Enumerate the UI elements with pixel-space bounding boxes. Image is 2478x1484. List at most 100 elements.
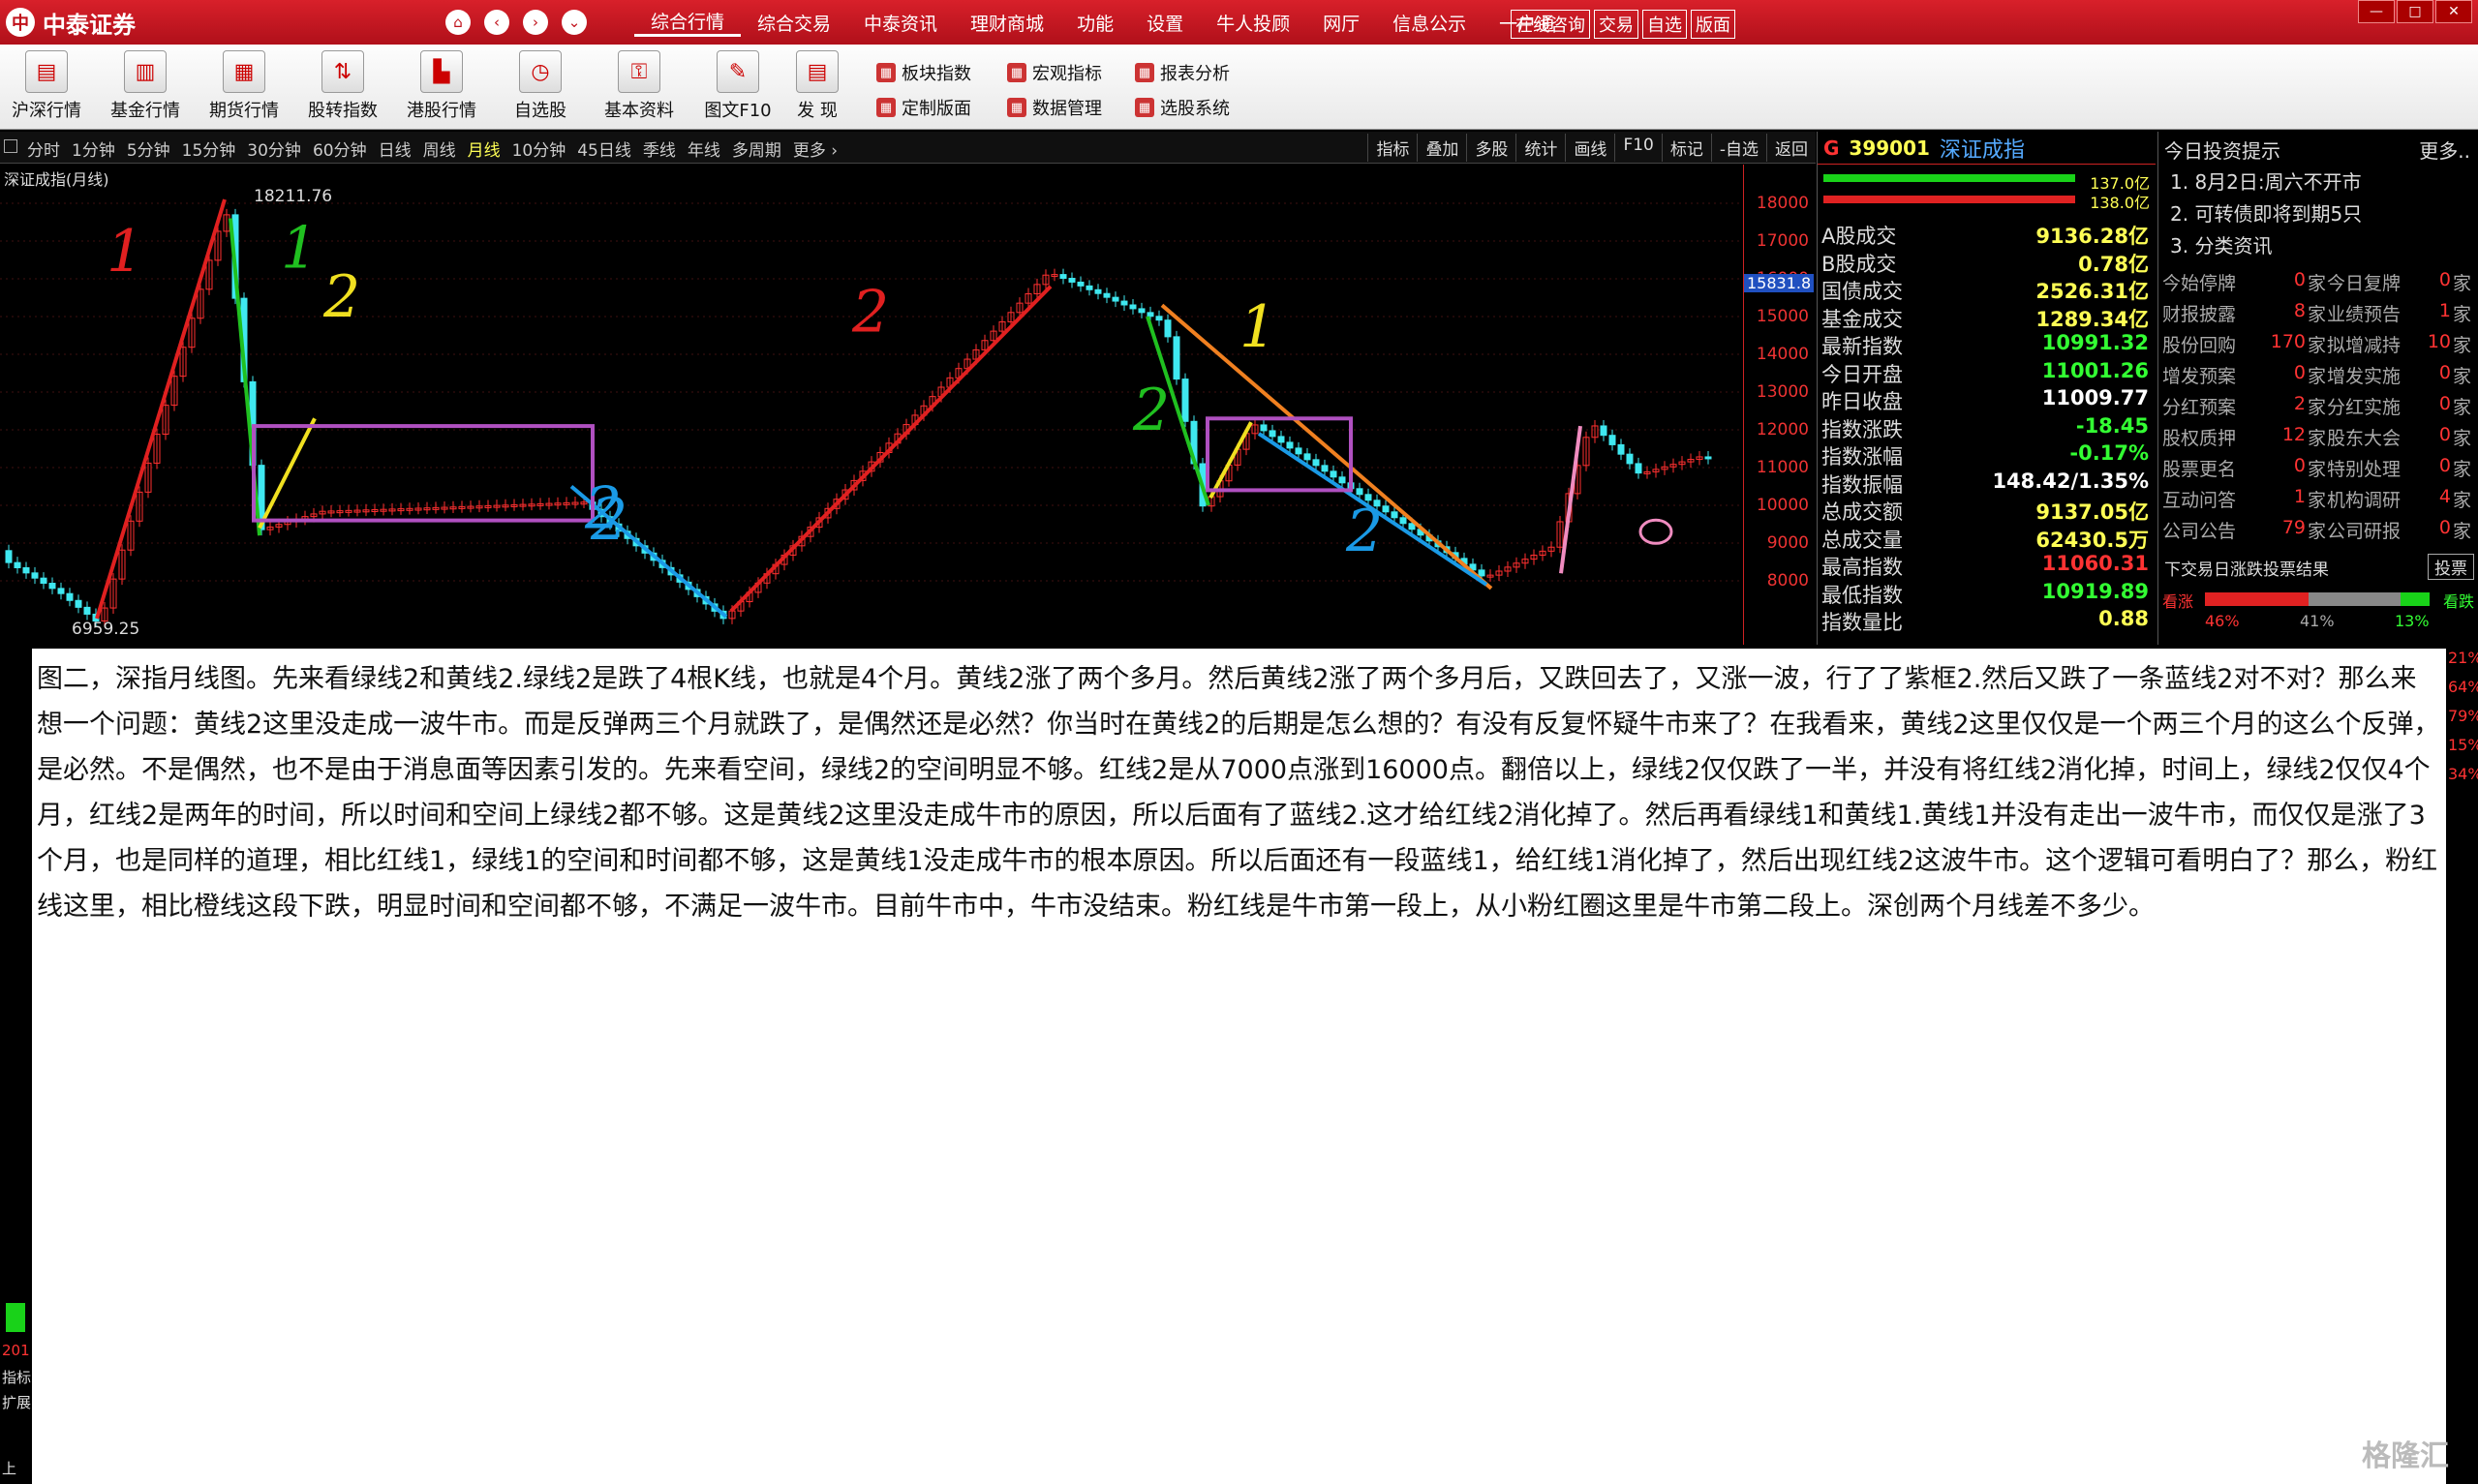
menu-item-3[interactable]: 理财商城 — [954, 10, 1060, 36]
chart-tool-8[interactable]: 返回 — [1766, 134, 1816, 162]
candle-body — [1330, 470, 1337, 478]
menu-item-0[interactable]: 综合行情 — [634, 8, 742, 37]
period-tab-8[interactable]: 月线 — [462, 136, 506, 161]
period-tab-14[interactable]: 更多 › — [787, 136, 843, 161]
toolbar-small-1-0[interactable]: ▦ 宏观指标 — [1007, 60, 1102, 85]
chart-tool-1[interactable]: 叠加 — [1417, 134, 1466, 162]
period-tab-2[interactable]: 5分钟 — [121, 136, 176, 161]
period-tab-0[interactable]: 分时 — [21, 136, 66, 161]
quote-row-value: 11060.31 — [2041, 552, 2149, 575]
quote-row-label: 指数涨跌 — [1821, 417, 1903, 441]
stat-label[interactable]: 今始停牌 — [2162, 269, 2236, 295]
quote-row-6: 昨日收盘 11009.77 — [1818, 386, 2155, 413]
vote-mid-pct: 41% — [2300, 612, 2335, 630]
toolbar-button-8[interactable]: ▤ 发 现 — [771, 50, 864, 122]
maximize-icon[interactable]: □ — [2397, 0, 2433, 23]
forward-icon[interactable]: › — [523, 10, 548, 35]
chart-tool-4[interactable]: 画线 — [1565, 134, 1614, 162]
period-tab-1[interactable]: 1分钟 — [66, 136, 121, 161]
watermark: 格隆汇 — [2362, 1439, 2449, 1473]
left-strip-up[interactable]: 上 — [2, 1458, 16, 1478]
toolbar-button-2[interactable]: ▦ 期货行情 — [198, 50, 291, 122]
menu-item-4[interactable]: 功能 — [1060, 10, 1130, 36]
quick-button-1[interactable]: 交易 — [1594, 10, 1638, 39]
toolbar-small-0-1[interactable]: ▦ 定制版面 — [876, 95, 971, 120]
stat-label[interactable]: 今日复牌 — [2327, 269, 2401, 295]
toolbar-small-0-0[interactable]: ▦ 板块指数 — [876, 60, 971, 85]
candle-body — [1312, 459, 1320, 467]
quote-row-8: 指数涨幅 -0.17% — [1818, 441, 2155, 469]
vote-button[interactable]: 投票 — [2428, 554, 2474, 580]
quick-button-0[interactable]: 在线咨询 — [1511, 10, 1590, 39]
period-tab-3[interactable]: 15分钟 — [176, 136, 242, 161]
chart-tool-5[interactable]: F10 — [1614, 134, 1661, 162]
stat-label[interactable]: 业绩预告 — [2327, 300, 2401, 326]
stat-label[interactable]: 特别处理 — [2327, 455, 2401, 481]
stat-label[interactable]: 分红实施 — [2327, 393, 2401, 419]
chart-tool-0[interactable]: 指标 — [1367, 134, 1417, 162]
kline-chart[interactable]: 18211.766959.251 12222122 — [0, 165, 1743, 645]
period-tab-9[interactable]: 10分钟 — [506, 136, 572, 161]
quick-button-2[interactable]: 自选 — [1642, 10, 1687, 39]
news-item-2[interactable]: 3. 分类资讯 — [2170, 230, 2272, 258]
toolbar-small-1-1[interactable]: ▦ 数据管理 — [1007, 95, 1102, 120]
chart-tool-7[interactable]: -自选 — [1710, 134, 1766, 162]
period-tab-12[interactable]: 年线 — [682, 136, 726, 161]
news-item-1[interactable]: 2. 可转债即将到期5只 — [2170, 198, 2362, 227]
period-tab-5[interactable]: 60分钟 — [307, 136, 373, 161]
period-tab-11[interactable]: 季线 — [637, 136, 682, 161]
vote-bear-pct: 13% — [2395, 612, 2430, 630]
left-strip-expand[interactable]: 扩展 — [2, 1392, 31, 1412]
toolbar-small-2-0[interactable]: ▦ 报表分析 — [1135, 60, 1230, 85]
period-tab-7[interactable]: 周线 — [417, 136, 462, 161]
dropdown-icon[interactable]: ⌄ — [562, 10, 587, 35]
news-item-0[interactable]: 1. 8月2日:周六不开市 — [2170, 167, 2362, 195]
stat-label[interactable]: 分红预案 — [2162, 393, 2236, 419]
toolbar-button-4[interactable]: ▙ 港股行情 — [395, 50, 488, 122]
menu-item-5[interactable]: 设置 — [1130, 10, 1200, 36]
back-icon[interactable]: ‹ — [484, 10, 509, 35]
toolbar-button-6[interactable]: ⚿ 基本资料 — [593, 50, 686, 122]
stat-label[interactable]: 股份回购 — [2162, 331, 2236, 357]
chart-tool-6[interactable]: 标记 — [1661, 134, 1711, 162]
panel-toggle-icon[interactable] — [4, 139, 17, 153]
toolbar-button-0[interactable]: ▤ 沪深行情 — [0, 50, 93, 122]
quote-row-2: 国债成交 2526.31亿 — [1818, 276, 2155, 303]
stat-label[interactable]: 公司研报 — [2327, 517, 2401, 543]
stat-label[interactable]: 拟增减持 — [2327, 331, 2401, 357]
stat-label[interactable]: 股票更名 — [2162, 455, 2236, 481]
period-tab-10[interactable]: 45日线 — [571, 136, 637, 161]
menu-item-8[interactable]: 信息公示 — [1376, 10, 1483, 36]
stat-label[interactable]: 股东大会 — [2327, 424, 2401, 450]
stat-label[interactable]: 互动问答 — [2162, 486, 2236, 512]
close-icon[interactable]: ✕ — [2435, 0, 2472, 23]
quick-button-3[interactable]: 版面 — [1691, 10, 1735, 39]
period-tab-4[interactable]: 30分钟 — [241, 136, 307, 161]
left-strip-indicator[interactable]: 指标 — [2, 1367, 31, 1387]
vote-title: 下交易日涨跌投票结果 — [2164, 560, 2329, 580]
home-icon[interactable]: ⌂ — [445, 10, 471, 35]
menu-item-1[interactable]: 综合交易 — [741, 10, 847, 36]
toolbar-button-3[interactable]: ⇅ 股转指数 — [296, 50, 389, 122]
news-more-link[interactable]: 更多.. — [2419, 136, 2470, 164]
edge-value-3: 15% — [2448, 736, 2478, 754]
stat-label[interactable]: 股权质押 — [2162, 424, 2236, 450]
chart-tool-2[interactable]: 多股 — [1466, 134, 1515, 162]
stat-label[interactable]: 机构调研 — [2327, 486, 2401, 512]
chart-tool-3[interactable]: 统计 — [1515, 134, 1565, 162]
menu-item-2[interactable]: 中泰资讯 — [847, 10, 954, 36]
toolbar-button-1[interactable]: ▥ 基金行情 — [99, 50, 192, 122]
menu-item-6[interactable]: 牛人投顾 — [1200, 10, 1306, 36]
period-tab-13[interactable]: 多周期 — [726, 136, 787, 161]
toolbar-small-2-1[interactable]: ▦ 选股系统 — [1135, 95, 1230, 120]
stat-label[interactable]: 增发预案 — [2162, 362, 2236, 388]
minimize-icon[interactable]: — — [2358, 0, 2395, 23]
toolbar-button-5[interactable]: ◷ 自选股 — [494, 50, 587, 122]
stat-unit: 家 — [2308, 273, 2327, 294]
menu-item-7[interactable]: 网厅 — [1306, 10, 1376, 36]
stat-label[interactable]: 增发实施 — [2327, 362, 2401, 388]
stat-label[interactable]: 财报披露 — [2162, 300, 2236, 326]
stat-unit: 家 — [2308, 304, 2327, 325]
period-tab-6[interactable]: 日线 — [373, 136, 417, 161]
stat-label[interactable]: 公司公告 — [2162, 517, 2236, 543]
